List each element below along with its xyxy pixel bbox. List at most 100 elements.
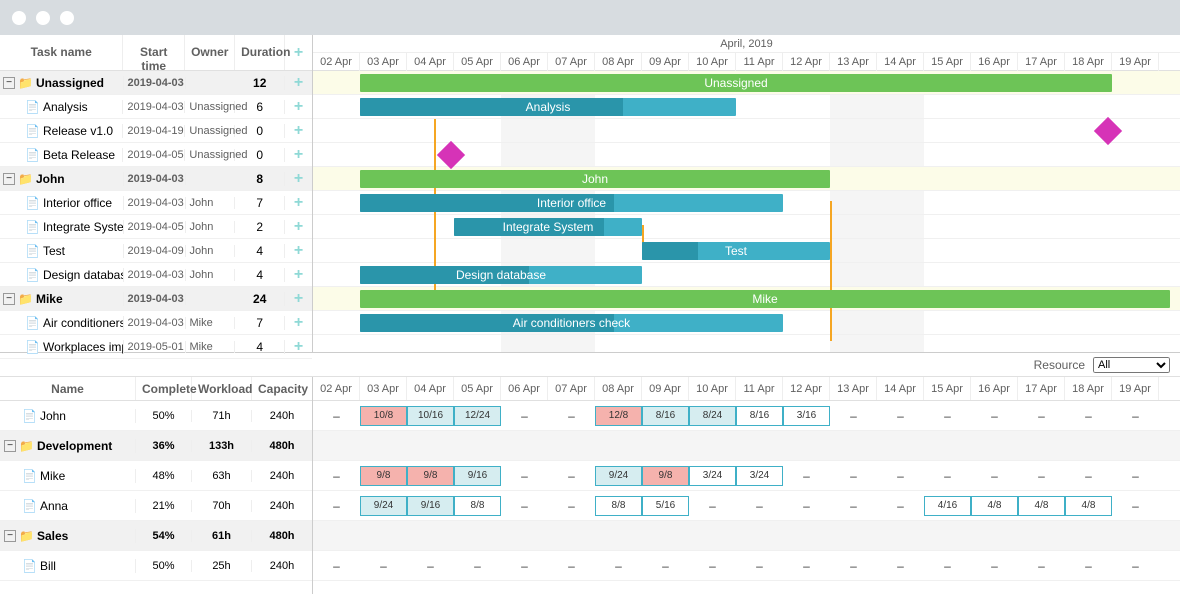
resource-row[interactable]: −📁Sales54%61h480h xyxy=(0,521,312,551)
col-owner[interactable]: Owner xyxy=(185,35,235,70)
task-bar[interactable]: Air conditioners check xyxy=(360,314,783,332)
add-task-button[interactable]: + xyxy=(285,290,312,308)
workload-cell: – xyxy=(1018,401,1065,430)
add-task-button[interactable]: + xyxy=(285,122,312,140)
workload-cell: – xyxy=(971,461,1018,490)
folder-icon: 📁 xyxy=(18,172,33,186)
bar-label: Analysis xyxy=(526,100,571,114)
task-row[interactable]: 📄Design database2019-04-03John4+ xyxy=(0,263,312,287)
task-bar[interactable]: Analysis xyxy=(360,98,736,116)
add-task-button[interactable]: + xyxy=(285,98,312,116)
workload-cell: – xyxy=(313,461,360,490)
task-row[interactable]: 📄Beta Release2019-04-05Unassigned0+ xyxy=(0,143,312,167)
col-complete[interactable]: Complete xyxy=(136,377,192,400)
add-task-button[interactable]: + xyxy=(285,194,312,212)
resource-name: Bill xyxy=(40,559,56,573)
add-task-button[interactable]: + xyxy=(285,74,312,92)
task-bar[interactable]: Design database xyxy=(360,266,642,284)
workload-cell: 12/8 xyxy=(595,401,642,430)
add-task-button[interactable]: + xyxy=(285,170,312,188)
col-start-time[interactable]: Start time xyxy=(123,35,185,70)
milestone-diamond[interactable] xyxy=(437,141,465,169)
task-duration: 6 xyxy=(235,100,285,114)
task-row[interactable]: 📄Interior office2019-04-03John7+ xyxy=(0,191,312,215)
day-header: 04 Apr xyxy=(407,377,454,400)
resource-capacity: 240h xyxy=(252,470,312,482)
resource-complete: 50% xyxy=(136,410,192,422)
window-dot-icon[interactable] xyxy=(60,11,74,25)
workload-cell: 5/16 xyxy=(642,491,689,520)
day-header: 12 Apr xyxy=(783,53,830,71)
add-task-button[interactable]: + xyxy=(285,266,312,284)
workload-cell: – xyxy=(783,551,830,580)
expand-toggle[interactable]: − xyxy=(4,440,16,452)
resource-row[interactable]: 📄Bill50%25h240h xyxy=(0,551,312,581)
task-row[interactable]: 📄Test2019-04-09John4+ xyxy=(0,239,312,263)
timeline-row: Interior office xyxy=(313,191,1180,215)
task-row[interactable]: −📁Mike2019-04-0324+ xyxy=(0,287,312,311)
milestone-diamond[interactable] xyxy=(1094,117,1122,145)
resource-row[interactable]: 📄Anna21%70h240h xyxy=(0,491,312,521)
task-name-label: Beta Release xyxy=(43,148,115,162)
task-owner: Unassigned xyxy=(185,149,235,161)
col-duration[interactable]: Duration xyxy=(235,35,285,70)
bar-label: Test xyxy=(725,244,747,258)
project-bar[interactable]: Unassigned xyxy=(360,74,1112,92)
resource-capacity: 240h xyxy=(252,500,312,512)
day-header: 02 Apr xyxy=(313,53,360,71)
month-label: April, 2019 xyxy=(313,35,1180,53)
window-dot-icon[interactable] xyxy=(12,11,26,25)
workload-cell: 8/16 xyxy=(736,401,783,430)
task-bar[interactable]: Interior office xyxy=(360,194,783,212)
task-start: 2019-04-03 xyxy=(124,269,186,281)
workload-cell: – xyxy=(830,491,877,520)
task-name-label: Test xyxy=(43,244,65,258)
resource-row[interactable]: 📄John50%71h240h xyxy=(0,401,312,431)
window-dot-icon[interactable] xyxy=(36,11,50,25)
col-task-name[interactable]: Task name xyxy=(0,35,123,70)
task-bar[interactable]: Test xyxy=(642,242,830,260)
add-column-button[interactable]: + xyxy=(285,35,312,70)
task-duration: 4 xyxy=(235,340,285,354)
day-header: 12 Apr xyxy=(783,377,830,400)
resource-row[interactable]: −📁Development36%133h480h xyxy=(0,431,312,461)
expand-toggle[interactable]: − xyxy=(3,77,15,89)
resource-capacity: 240h xyxy=(252,560,312,572)
workload-cell: – xyxy=(877,551,924,580)
workload-cell: – xyxy=(830,551,877,580)
expand-toggle[interactable]: − xyxy=(3,293,15,305)
add-task-button[interactable]: + xyxy=(285,314,312,332)
day-header: 07 Apr xyxy=(548,377,595,400)
task-row[interactable]: 📄Air conditioners check2019-04-03Mike7+ xyxy=(0,311,312,335)
add-task-button[interactable]: + xyxy=(285,218,312,236)
workload-cell: – xyxy=(1018,461,1065,490)
task-row[interactable]: 📄Integrate System2019-04-05John2+ xyxy=(0,215,312,239)
resource-timeline[interactable]: 02 Apr03 Apr04 Apr05 Apr06 Apr07 Apr08 A… xyxy=(313,377,1180,594)
expand-toggle[interactable]: − xyxy=(4,530,16,542)
resource-filter-bar: Resource All xyxy=(0,353,1180,377)
task-row[interactable]: −📁Unassigned2019-04-0312+ xyxy=(0,71,312,95)
task-row[interactable]: −📁John2019-04-038+ xyxy=(0,167,312,191)
col-workload[interactable]: Workload xyxy=(192,377,252,400)
gantt-timeline[interactable]: April, 2019 02 Apr03 Apr04 Apr05 Apr06 A… xyxy=(313,35,1180,352)
project-bar[interactable]: Mike xyxy=(360,290,1170,308)
day-header: 10 Apr xyxy=(689,53,736,71)
add-task-button[interactable]: + xyxy=(285,242,312,260)
expand-toggle[interactable]: − xyxy=(3,173,15,185)
resource-row[interactable]: 📄Mike48%63h240h xyxy=(0,461,312,491)
add-task-button[interactable]: + xyxy=(285,146,312,164)
task-row[interactable]: 📄Analysis2019-04-03Unassigned6+ xyxy=(0,95,312,119)
project-bar[interactable]: John xyxy=(360,170,830,188)
workload-cell: 8/8 xyxy=(454,491,501,520)
col-capacity[interactable]: Capacity xyxy=(252,377,312,400)
task-owner: Unassigned xyxy=(185,101,235,113)
task-row[interactable]: 📄Release v1.02019-04-19Unassigned0+ xyxy=(0,119,312,143)
workload-cell: – xyxy=(501,491,548,520)
resource-filter-select[interactable]: All xyxy=(1093,357,1170,373)
col-res-name[interactable]: Name xyxy=(0,377,136,400)
task-owner: John xyxy=(186,245,236,257)
task-bar[interactable]: Integrate System xyxy=(454,218,642,236)
bar-label: Integrate System xyxy=(503,220,594,234)
timeline-row: John xyxy=(313,167,1180,191)
day-header: 05 Apr xyxy=(454,377,501,400)
